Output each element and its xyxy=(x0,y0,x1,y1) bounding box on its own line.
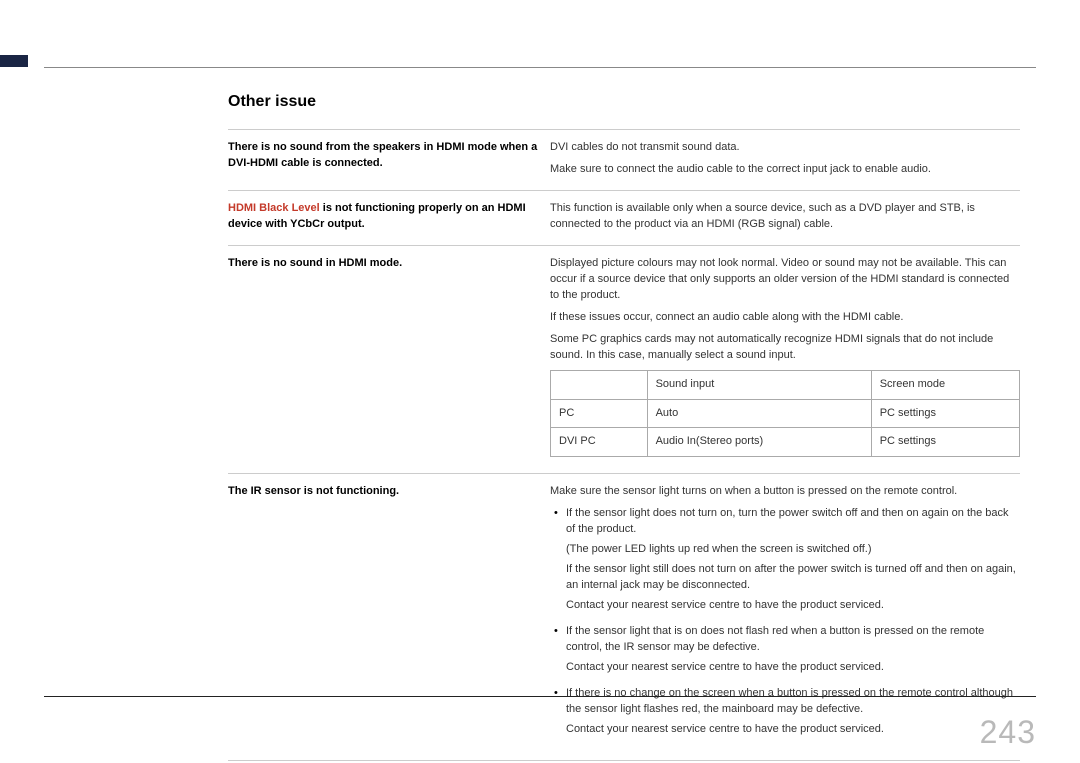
header-accent-bar xyxy=(0,55,28,67)
issue-row: There is no sound in HDMI mode. Displaye… xyxy=(228,246,1020,474)
table-cell: Audio In(Stereo ports) xyxy=(647,428,871,457)
bottom-divider xyxy=(44,696,1036,697)
table-cell xyxy=(551,370,648,399)
list-item: If the sensor light does not turn on, tu… xyxy=(550,506,1020,614)
issue-label: HDMI Black Level is not functioning prop… xyxy=(228,201,538,233)
bullet-main: If the sensor light does not turn on, tu… xyxy=(566,507,1009,535)
bullet-sub: (The power LED lights up red when the sc… xyxy=(566,542,1020,558)
issue-label: There is no sound from the speakers in H… xyxy=(228,140,538,178)
bullet-main: If the sensor light that is on does not … xyxy=(566,625,984,653)
bullet-sub: If the sensor light still does not turn … xyxy=(566,562,1020,594)
bullet-sub: Contact your nearest service centre to h… xyxy=(566,598,1020,614)
issue-row: HDMI Black Level is not functioning prop… xyxy=(228,191,1020,246)
table-cell: PC xyxy=(551,399,648,428)
answer-text: Make sure to connect the audio cable to … xyxy=(550,162,1020,178)
table-row: DVI PC Audio In(Stereo ports) PC setting… xyxy=(551,428,1020,457)
issue-answer: DVI cables do not transmit sound data. M… xyxy=(550,140,1020,178)
table-cell: Auto xyxy=(647,399,871,428)
answer-text: DVI cables do not transmit sound data. xyxy=(550,140,1020,156)
sound-input-table: Sound input Screen mode PC Auto PC setti… xyxy=(550,370,1020,458)
issue-highlight: HDMI Black Level xyxy=(228,202,320,214)
issue-row: The IR sensor is not functioning. Make s… xyxy=(228,474,1020,760)
issue-label: The IR sensor is not functioning. xyxy=(228,484,538,747)
list-item: If the sensor light that is on does not … xyxy=(550,624,1020,676)
issue-answer: This function is available only when a s… xyxy=(550,201,1020,233)
section-title: Other issue xyxy=(228,90,1020,113)
table-cell: PC settings xyxy=(871,399,1019,428)
bullet-sub: Contact your nearest service centre to h… xyxy=(566,660,1020,676)
answer-text: This function is available only when a s… xyxy=(550,201,1020,233)
table-cell: DVI PC xyxy=(551,428,648,457)
issue-label: There is no sound in HDMI mode. xyxy=(228,256,538,461)
answer-text: If these issues occur, connect an audio … xyxy=(550,310,1020,326)
table-cell: Sound input xyxy=(647,370,871,399)
table-row: Sound input Screen mode xyxy=(551,370,1020,399)
issue-row: There is no sound from the speakers in H… xyxy=(228,129,1020,191)
bullet-list: If the sensor light does not turn on, tu… xyxy=(550,506,1020,737)
answer-text: Some PC graphics cards may not automatic… xyxy=(550,332,1020,364)
answer-text: Make sure the sensor light turns on when… xyxy=(550,484,1020,500)
table-cell: Screen mode xyxy=(871,370,1019,399)
table-cell: PC settings xyxy=(871,428,1019,457)
bullet-sub: Contact your nearest service centre to h… xyxy=(566,722,1020,738)
issue-answer: Make sure the sensor light turns on when… xyxy=(550,484,1020,747)
issue-answer: Displayed picture colours may not look n… xyxy=(550,256,1020,461)
top-divider xyxy=(44,67,1036,68)
main-content: Other issue There is no sound from the s… xyxy=(228,90,1020,761)
page-number: 243 xyxy=(980,714,1036,751)
bullet-main: If there is no change on the screen when… xyxy=(566,687,1013,715)
table-row: PC Auto PC settings xyxy=(551,399,1020,428)
answer-text: Displayed picture colours may not look n… xyxy=(550,256,1020,304)
list-item: If there is no change on the screen when… xyxy=(550,686,1020,738)
